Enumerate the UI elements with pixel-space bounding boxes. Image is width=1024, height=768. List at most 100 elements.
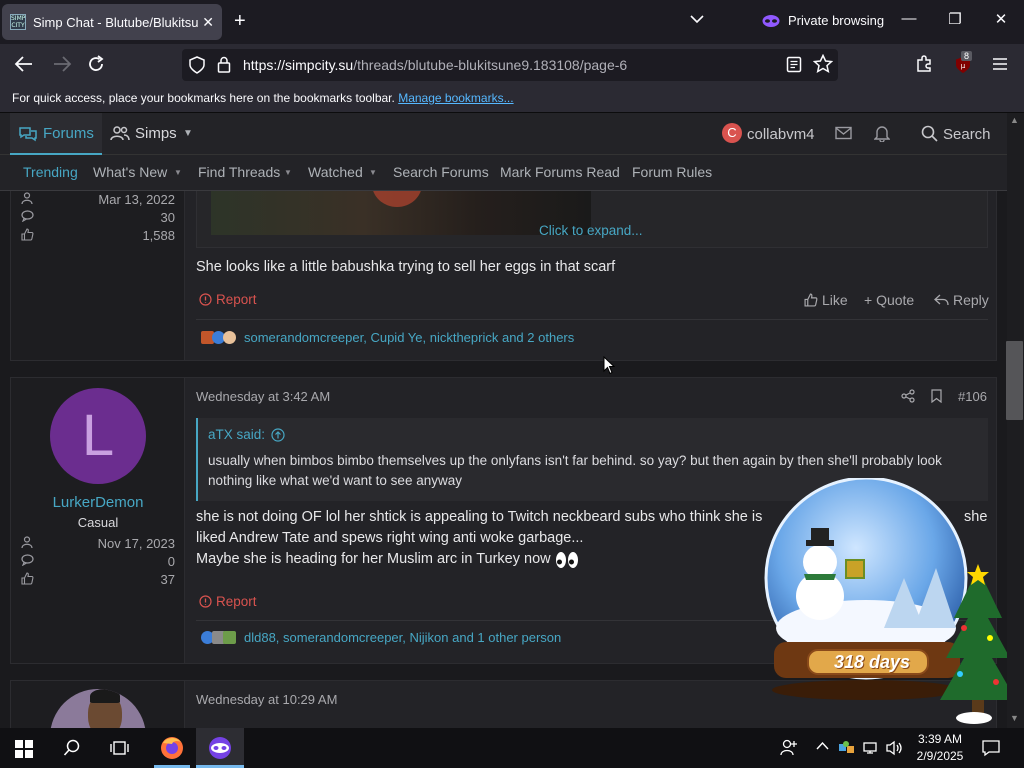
back-icon[interactable] <box>14 55 34 73</box>
taskbar-private-firefox[interactable] <box>196 728 244 768</box>
forums-chat-icon <box>18 125 38 143</box>
network-icon[interactable] <box>863 741 879 755</box>
windows-start-icon[interactable] <box>15 740 33 758</box>
tracking-protection-shield-icon[interactable] <box>189 56 205 74</box>
reply-arrow-icon <box>934 294 949 306</box>
inbox-envelope-icon[interactable] <box>835 126 852 140</box>
post-author-sidebar: Mar 13, 2022 30 1,588 <box>11 191 185 360</box>
search-icon[interactable] <box>921 125 938 142</box>
reply-button[interactable]: Reply <box>934 292 989 308</box>
url-path: /threads/blutube-blukitsune9.183108/page… <box>353 57 628 73</box>
like-thumb-icon <box>804 293 818 307</box>
taskbar-search-icon[interactable] <box>63 739 81 757</box>
post-number[interactable]: #106 <box>958 389 987 404</box>
watched-caret-icon[interactable]: ▼ <box>369 168 377 177</box>
url-text[interactable]: https://simpcity.su/threads/blutube-bluk… <box>243 57 627 73</box>
quote-author[interactable]: aTX said: <box>208 427 285 442</box>
extensions-puzzle-icon[interactable] <box>915 55 933 73</box>
subnav-whats-new[interactable]: What's New <box>93 164 167 180</box>
subnav-forum-rules[interactable]: Forum Rules <box>632 164 712 180</box>
extension-badge: 8 <box>961 51 973 61</box>
reactors-list[interactable]: somerandomcreeper, Cupid Ye, nickthepric… <box>244 330 574 345</box>
click-to-expand-link[interactable]: Click to expand... <box>539 223 643 238</box>
reactions-bar[interactable]: somerandomcreeper, Cupid Ye, nickthepric… <box>201 330 574 345</box>
nav-simps[interactable]: Simps <box>135 125 177 142</box>
divider <box>196 319 988 320</box>
snow-globe-widget[interactable]: 318 days <box>764 478 1024 728</box>
eyes-emoji-icon <box>555 551 578 568</box>
restore-icon[interactable]: ❐ <box>943 10 967 28</box>
scroll-down-arrow-icon[interactable]: ▼ <box>1010 713 1019 723</box>
menu-hamburger-icon[interactable] <box>991 56 1009 72</box>
close-window-icon[interactable]: ✕ <box>989 10 1013 28</box>
subnav-search-forums[interactable]: Search Forums <box>393 164 489 180</box>
bookmark-icon[interactable] <box>931 389 942 403</box>
reader-view-icon[interactable] <box>786 56 802 73</box>
find-threads-caret-icon[interactable]: ▼ <box>284 168 292 177</box>
scrollbar-thumb[interactable] <box>1006 341 1023 420</box>
lock-icon[interactable] <box>217 56 231 73</box>
taskbar-firefox[interactable] <box>150 728 194 768</box>
new-tab-icon[interactable]: + <box>234 11 246 31</box>
author-avatar[interactable] <box>50 689 146 728</box>
share-icon[interactable] <box>901 389 915 403</box>
system-clock[interactable]: 3:39 AM 2/9/2025 <box>912 731 968 765</box>
bookmarks-toolbar: For quick access, place your bookmarks h… <box>0 86 1024 113</box>
reactors-list[interactable]: dld88, somerandomcreeper, Nijikon and 1 … <box>244 630 561 645</box>
subnav-trending[interactable]: Trending <box>23 164 78 180</box>
user-menu[interactable]: collabvm4 <box>747 126 815 143</box>
subnav-watched[interactable]: Watched <box>308 164 363 180</box>
author-username[interactable]: LurkerDemon <box>11 494 185 511</box>
reply-label: Reply <box>953 292 989 308</box>
site-favicon: SIMP CITY <box>10 14 26 30</box>
close-tab-icon[interactable]: ✕ <box>202 14 214 31</box>
days-counter: 318 days <box>833 652 911 672</box>
url-host: https://simpcity.su <box>243 57 354 73</box>
minimize-icon[interactable]: — <box>897 10 921 27</box>
subnav-find-threads[interactable]: Find Threads <box>198 164 280 180</box>
alerts-bell-icon[interactable] <box>874 125 890 142</box>
tray-app-icon[interactable] <box>838 740 856 756</box>
user-icon <box>21 536 33 549</box>
page-scrollbar[interactable] <box>1007 113 1024 728</box>
report-label: Report <box>216 594 257 609</box>
task-view-icon[interactable] <box>110 739 129 757</box>
notifications-icon[interactable] <box>982 739 1000 757</box>
joined-row: Mar 13, 2022 <box>21 192 175 207</box>
browser-tab[interactable]: SIMP CITY Simp Chat - Blutube/Blukitsune… <box>2 4 222 40</box>
messages-icon <box>21 554 34 566</box>
user-icon <box>21 192 33 205</box>
reactions-count: 1,588 <box>142 228 175 243</box>
like-button[interactable]: Like <box>804 292 848 308</box>
joined-row: Nov 17, 2023 <box>21 536 175 551</box>
tray-chevron-up-icon[interactable] <box>816 742 829 750</box>
joined-date: Mar 13, 2022 <box>98 192 175 207</box>
reactions-bar[interactable]: dld88, somerandomcreeper, Nijikon and 1 … <box>201 630 561 645</box>
thumbs-up-icon <box>21 572 34 585</box>
post-body-line-3: Maybe she is heading for her Muslim arc … <box>196 549 579 570</box>
bookmarks-hint: For quick access, place your bookmarks h… <box>12 91 395 105</box>
manage-bookmarks-link[interactable]: Manage bookmarks... <box>398 91 513 105</box>
scroll-up-arrow-icon[interactable]: ▲ <box>1010 115 1019 125</box>
quote-button[interactable]: + Quote <box>864 292 914 308</box>
report-button[interactable]: Report <box>199 594 257 609</box>
subnav-mark-forums-read[interactable]: Mark Forums Read <box>500 164 620 180</box>
people-icon[interactable] <box>780 738 798 756</box>
author-avatar[interactable]: L <box>50 388 146 484</box>
list-tabs-chevron-icon[interactable] <box>690 14 704 24</box>
forward-icon[interactable] <box>52 55 72 73</box>
report-button[interactable]: Report <box>199 292 257 307</box>
post-date[interactable]: Wednesday at 3:42 AM <box>196 389 330 404</box>
post-date[interactable]: Wednesday at 10:29 AM <box>196 692 337 707</box>
nav-forums[interactable]: Forums <box>43 125 94 142</box>
user-avatar[interactable]: C <box>722 123 742 143</box>
bookmark-star-icon[interactable] <box>813 54 833 74</box>
post-105: Mar 13, 2022 30 1,588 Click to expand...… <box>10 191 997 361</box>
volume-icon[interactable] <box>886 740 904 756</box>
reload-icon[interactable] <box>87 55 105 73</box>
avatar-hair <box>90 689 120 703</box>
simps-dropdown-caret-icon[interactable]: ▼ <box>183 128 193 139</box>
reactions-count: 37 <box>160 572 175 587</box>
whats-new-caret-icon[interactable]: ▼ <box>174 168 182 177</box>
search-button[interactable]: Search <box>943 126 991 143</box>
